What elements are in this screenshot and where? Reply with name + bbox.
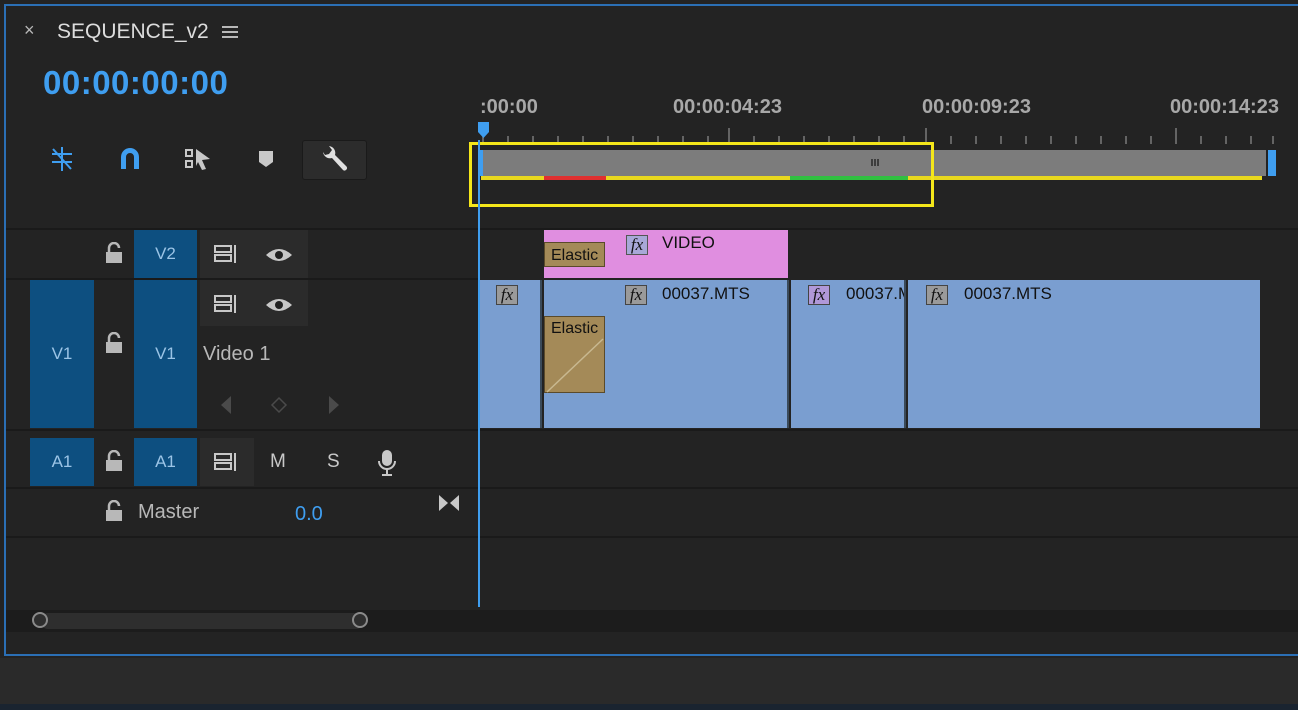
linked-selection-icon	[185, 149, 210, 170]
clip-name: 00037.M	[846, 284, 906, 303]
transition-elastic[interactable]: Elastic	[544, 316, 605, 393]
sync-lock-icon[interactable]	[213, 243, 239, 265]
zoom-scrollbar-right-handle[interactable]	[352, 612, 368, 628]
clip-name: 00037.MTS	[662, 284, 750, 303]
sync-lock-icon[interactable]	[213, 451, 239, 473]
source-patch-v1[interactable]: V1	[30, 280, 94, 428]
ruler-label-2: 00:00:09:23	[922, 96, 1031, 118]
transition-elastic[interactable]: Elastic	[544, 242, 605, 267]
toggle-output-eye-icon[interactable]	[264, 295, 294, 315]
lock-icon[interactable]	[104, 450, 124, 472]
ruler-label-0: :00:00	[480, 96, 538, 118]
fx-badge[interactable]: fx	[626, 235, 648, 255]
lock-icon[interactable]	[104, 242, 124, 264]
wrench-icon	[323, 146, 347, 171]
previous-keyframe-icon[interactable]	[218, 394, 234, 416]
solo-track-button[interactable]: S	[327, 451, 340, 473]
bottom-area	[0, 658, 1298, 710]
master-track-label: Master	[138, 501, 200, 523]
track-target-v1[interactable]: V1	[134, 280, 197, 428]
toggle-output-eye-icon[interactable]	[264, 245, 294, 265]
add-keyframe-icon[interactable]	[270, 396, 288, 414]
bottom-edge	[0, 704, 1298, 710]
clip-v1-2[interactable]: fx 00037.MTS Elastic	[544, 280, 789, 428]
clip-v1-3[interactable]: fx 00037.M	[791, 280, 906, 428]
clip-v1-1[interactable]: fx	[480, 280, 542, 428]
fx-badge[interactable]: fx	[808, 285, 830, 305]
linked-selection-button[interactable]	[180, 141, 216, 177]
sync-lock-icon[interactable]	[213, 293, 239, 315]
master-volume-value[interactable]: 0.0	[295, 503, 323, 526]
clip-name: 00037.MTS	[964, 284, 1052, 303]
track-name-v1[interactable]: Video 1	[203, 343, 270, 366]
close-panel-icon[interactable]: ×	[24, 20, 35, 41]
source-patch-a1[interactable]: A1	[30, 438, 94, 486]
fx-badge[interactable]: fx	[926, 285, 948, 305]
next-keyframe-icon[interactable]	[326, 394, 342, 416]
lock-icon[interactable]	[104, 500, 124, 522]
fx-badge[interactable]: fx	[625, 285, 647, 305]
playhead-timecode[interactable]: 00:00:00:00	[43, 64, 228, 102]
lock-icon[interactable]	[104, 332, 124, 354]
track-divider	[6, 536, 1298, 538]
sequence-tab-title[interactable]: SEQUENCE_v2	[57, 20, 209, 44]
add-marker-icon	[259, 151, 273, 167]
playhead-handle	[478, 122, 489, 138]
clip-name: VIDEO	[662, 233, 715, 252]
hamburger-menu-icon[interactable]	[222, 24, 238, 40]
clip-v2-video[interactable]: fx VIDEO Elastic	[544, 230, 788, 278]
track-divider	[6, 487, 1298, 489]
ruler-label-1: 00:00:04:23	[673, 96, 782, 118]
snap-magnet-icon	[121, 148, 139, 169]
track-target-v2[interactable]: V2	[134, 230, 197, 278]
add-marker-button[interactable]	[248, 141, 284, 177]
ruler-label-3: 00:00:14:23	[1170, 96, 1279, 118]
zoom-scrollbar-thumb[interactable]	[40, 613, 364, 629]
timeline-settings-button[interactable]	[302, 140, 367, 180]
track-target-a1[interactable]: A1	[134, 438, 197, 486]
insert-nest-icon	[52, 147, 72, 171]
snap-button[interactable]	[112, 141, 148, 177]
fx-badge[interactable]: fx	[496, 285, 518, 305]
track-divider	[6, 429, 1298, 431]
highlight-box	[469, 142, 934, 207]
mute-track-button[interactable]: M	[270, 451, 286, 473]
go-to-in-out-icon[interactable]	[437, 492, 461, 514]
insert-nest-button[interactable]	[44, 141, 80, 177]
zoom-scrollbar-left-handle[interactable]	[32, 612, 48, 628]
voice-over-record-mic-icon[interactable]	[376, 448, 398, 478]
clip-v1-4[interactable]: fx 00037.MTS	[908, 280, 1260, 428]
